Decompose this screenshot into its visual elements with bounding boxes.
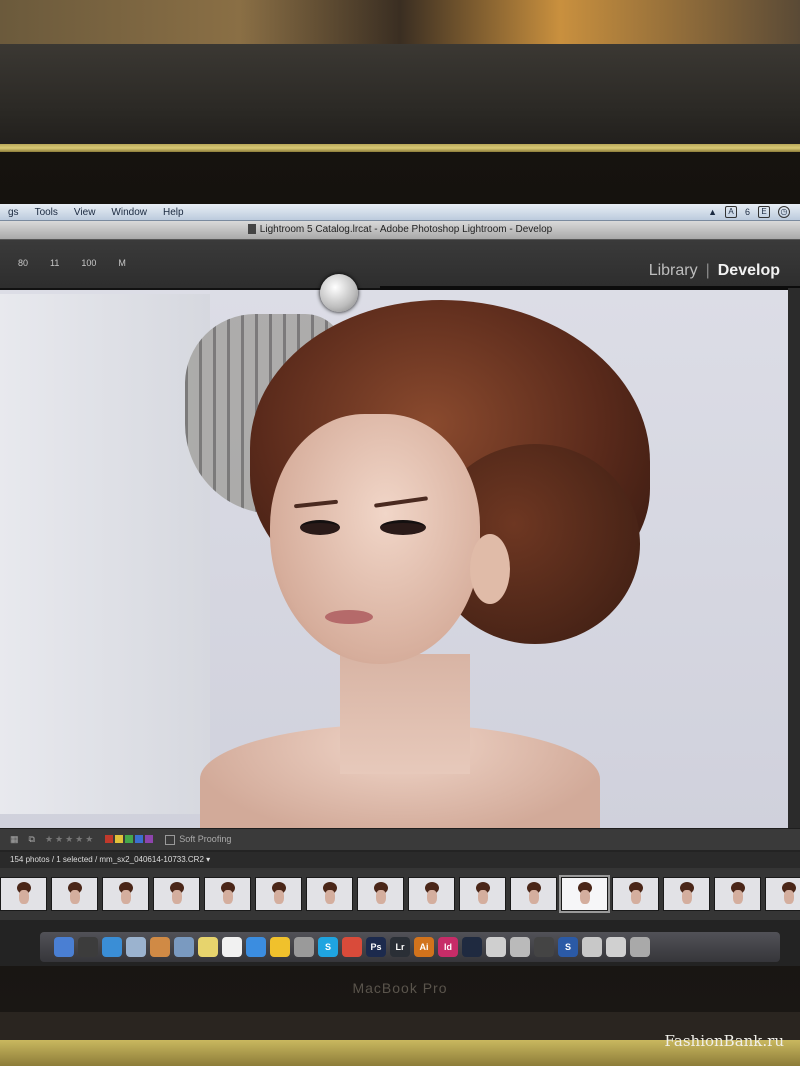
filmstrip-thumbnail[interactable]	[408, 877, 455, 911]
color-label-green[interactable]	[125, 834, 134, 843]
menubar-tray: ▲ A 6 E ◷	[708, 206, 800, 218]
module-picker: Library | Develop	[649, 262, 780, 280]
dock-photoshop-icon[interactable]: Ps	[366, 937, 386, 957]
dock-chrome-icon[interactable]	[270, 937, 290, 957]
filmstrip-thumbnail[interactable]	[357, 877, 404, 911]
filmstrip-thumbnail[interactable]	[510, 877, 557, 911]
menu-item-gs[interactable]: gs	[0, 207, 27, 218]
portrait-face	[270, 414, 480, 664]
laptop-lid-reflection	[0, 44, 800, 154]
dock-chrome-2-icon[interactable]	[342, 937, 362, 957]
module-develop[interactable]: Develop	[718, 262, 780, 280]
dock-itunes-icon[interactable]	[174, 937, 194, 957]
dock-finder-icon[interactable]	[54, 937, 74, 957]
filmstrip-thumbnail[interactable]	[0, 877, 47, 911]
tray-badge: 6	[744, 207, 750, 217]
dock-illustrator-icon[interactable]: Ai	[414, 937, 434, 957]
dock-system-prefs-icon[interactable]	[294, 937, 314, 957]
filmstrip-info[interactable]: 154 photos / 1 selected / mm_sx2_040614-…	[0, 852, 800, 868]
clock-icon[interactable]: ◷	[778, 206, 790, 218]
dock-lightroom-icon[interactable]: Lr	[390, 937, 410, 957]
focal-readout: 11	[50, 258, 60, 268]
portrait-lips	[325, 610, 373, 624]
soft-proofing-toggle[interactable]: Soft Proofing	[165, 834, 231, 845]
dock-terminal-icon[interactable]	[534, 937, 554, 957]
dock-safari-icon[interactable]	[102, 937, 122, 957]
dock-textedit-icon[interactable]	[222, 937, 242, 957]
filmstrip-thumbnail[interactable]	[559, 875, 610, 913]
color-label-yellow[interactable]	[115, 834, 124, 843]
dock-mail-icon[interactable]	[126, 937, 146, 957]
portrait-eye-right	[380, 520, 426, 535]
filmstrip-thumbnail[interactable]	[51, 877, 98, 911]
filmstrip-thumbnail[interactable]	[612, 877, 659, 911]
portrait-neck	[340, 654, 470, 774]
zoom-slider-handle[interactable]	[320, 274, 358, 312]
dock-photos-icon[interactable]	[150, 937, 170, 957]
dock-trash-icon[interactable]	[630, 937, 650, 957]
dock-indesign-icon[interactable]: Id	[438, 937, 458, 957]
soft-proofing-checkbox[interactable]	[165, 834, 176, 845]
dock-documents-icon[interactable]	[606, 937, 626, 957]
menu-item-tools[interactable]: Tools	[27, 207, 66, 218]
document-icon	[247, 224, 256, 235]
laptop-screen: gs Tools View Window Help ▲ A 6 E ◷ Ligh…	[0, 204, 800, 966]
dock-preview-icon[interactable]	[486, 937, 506, 957]
portrait-ear	[470, 534, 510, 604]
mode-readout: M	[118, 258, 126, 268]
dock-s-app-icon[interactable]: S	[558, 937, 578, 957]
iso-readout: 80	[18, 258, 29, 268]
adobe-creative-cloud-icon[interactable]: A	[724, 206, 737, 218]
dock-app-store-icon[interactable]	[246, 937, 266, 957]
module-separator: |	[705, 262, 710, 279]
filmstrip-thumbnail[interactable]	[204, 877, 251, 911]
window-title: Lightroom 5 Catalog.lrcat - Adobe Photos…	[259, 224, 553, 235]
color-label-purple[interactable]	[145, 834, 154, 843]
loupe-top-divider	[380, 286, 800, 290]
soft-proofing-label: Soft Proofing	[179, 834, 232, 845]
screen-glare	[0, 294, 210, 814]
mac-menubar: gs Tools View Window Help ▲ A 6 E ◷	[0, 204, 800, 221]
dock-notes-icon[interactable]	[198, 937, 218, 957]
shutter-readout: 100	[81, 258, 97, 268]
filmstrip-thumbnail[interactable]	[153, 877, 200, 911]
filmstrip-thumbnail[interactable]	[714, 877, 761, 911]
filmstrip-thumbnail[interactable]	[663, 877, 710, 911]
menu-item-help[interactable]: Help	[155, 207, 192, 218]
mac-dock: S Ps Lr Ai Id S	[40, 932, 780, 962]
dock-qt-icon[interactable]	[462, 937, 482, 957]
dock-dashboard-icon[interactable]	[78, 937, 98, 957]
filmstrip-thumbnail[interactable]	[459, 877, 506, 911]
menu-item-window[interactable]: Window	[103, 207, 155, 218]
rating-stars[interactable]: ★★★★★	[45, 834, 95, 845]
module-library[interactable]: Library	[649, 262, 698, 280]
menu-item-view[interactable]: View	[66, 207, 104, 218]
filmstrip-thumbnail[interactable]	[306, 877, 353, 911]
grid-icon[interactable]: ▦	[10, 834, 19, 845]
develop-toolbar: ▦ ⧉ ★★★★★ Soft Proofing	[0, 828, 800, 850]
color-labels	[105, 834, 155, 845]
bell-icon[interactable]: ▲	[708, 207, 717, 217]
dock-downloads-icon[interactable]	[582, 937, 602, 957]
keyboard-layout-icon[interactable]: E	[758, 206, 770, 218]
before-after-icon[interactable]: ⧉	[29, 834, 35, 845]
window-titlebar: Lightroom 5 Catalog.lrcat - Adobe Photos…	[0, 221, 800, 240]
filmstrip-thumbnail[interactable]	[765, 877, 800, 911]
right-panel-edge[interactable]	[788, 288, 800, 828]
macbook-brand-label: MacBook Pro	[352, 980, 448, 996]
filmstrip-thumbnail[interactable]	[255, 877, 302, 911]
portrait-eye-left	[300, 520, 340, 535]
filmstrip	[0, 868, 800, 920]
filmstrip-thumbnail[interactable]	[102, 877, 149, 911]
color-label-blue[interactable]	[135, 834, 144, 843]
histogram-readout: 80 11 100 M	[18, 258, 126, 268]
laptop-lid-edge	[0, 144, 800, 152]
dock-automator-icon[interactable]	[510, 937, 530, 957]
portrait-photo[interactable]	[190, 294, 660, 834]
watermark: FashionBank.ru	[664, 1032, 785, 1050]
color-label-red[interactable]	[105, 834, 114, 843]
dock-skype-icon[interactable]: S	[318, 937, 338, 957]
